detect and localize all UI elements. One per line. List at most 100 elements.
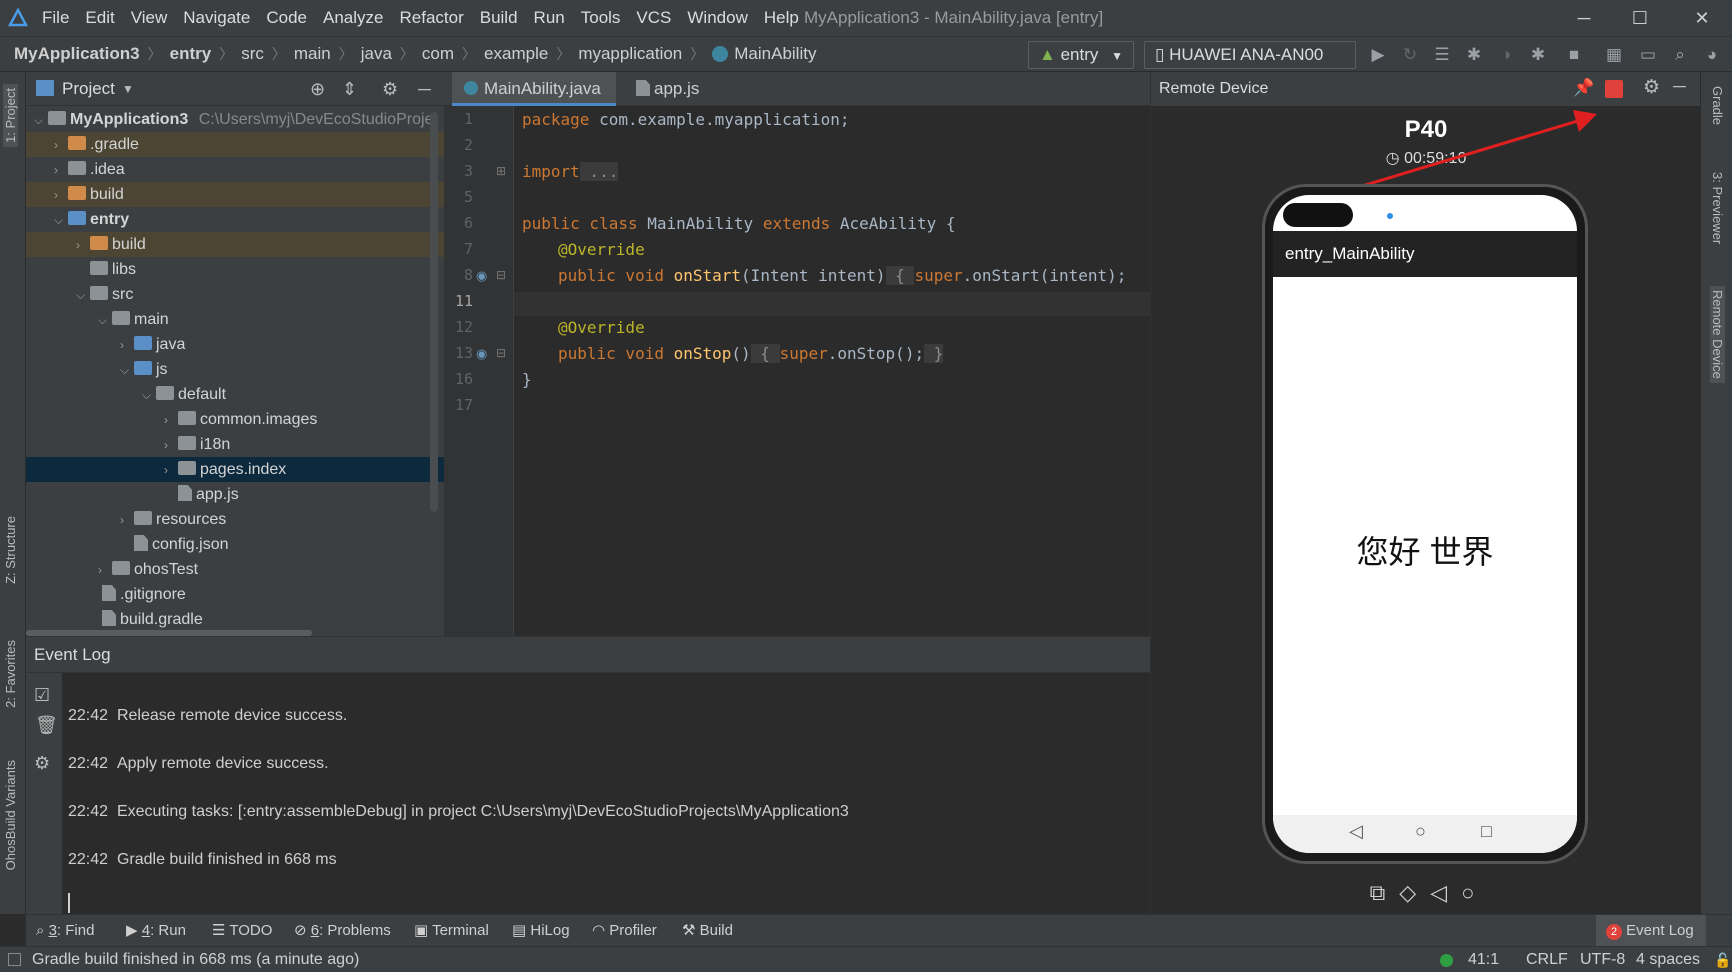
tab-appjs[interactable]: app.js ✕ <box>624 72 732 131</box>
menu-vcs[interactable]: VCS <box>636 0 671 36</box>
tree-row-selected[interactable]: › pages.index <box>26 457 444 482</box>
device-select[interactable]: ▯ HUAWEI ANA-AN00 ▼ <box>1144 41 1356 89</box>
tree-row[interactable]: › i18n <box>26 432 444 457</box>
back-icon[interactable]: ◁ <box>1349 821 1363 842</box>
menu-navigate[interactable]: Navigate <box>183 0 250 36</box>
back-icon[interactable]: ◁ <box>1430 880 1461 905</box>
home-icon[interactable]: ○ <box>1461 880 1488 905</box>
breadcrumb-package[interactable]: myapplication <box>578 37 682 71</box>
breadcrumb-class[interactable]: MainAbility <box>734 37 816 71</box>
tool-build[interactable]: ⚒ Build <box>682 915 733 947</box>
lock-icon[interactable]: 🔓 <box>1714 947 1731 972</box>
close-icon[interactable]: ✕ <box>1674 0 1730 36</box>
tree-row[interactable]: › .gradle <box>26 132 444 157</box>
tree-row[interactable]: .gitignore <box>26 582 444 607</box>
caret-position[interactable]: 41:1 <box>1468 947 1499 972</box>
tree-row[interactable]: ⌵ main <box>26 307 444 332</box>
tab-mainability[interactable]: MainAbility.java ✕ <box>452 72 616 131</box>
tree-row[interactable]: build.gradle <box>26 607 444 632</box>
project-structure-icon[interactable]: ▦ <box>1604 45 1624 65</box>
maximize-icon[interactable]: ☐ <box>1612 0 1668 36</box>
tree-row[interactable]: › java <box>26 332 444 357</box>
tree-row[interactable]: ⌵ entry <box>26 207 444 232</box>
run-config-select[interactable]: ▲ entry ▼ <box>1028 41 1134 69</box>
menu-tools[interactable]: Tools <box>581 0 621 36</box>
line-separator[interactable]: CRLF <box>1526 947 1568 972</box>
folded-region[interactable]: { <box>750 344 780 363</box>
hide-panel-icon[interactable]: ─ <box>1673 76 1686 97</box>
tree-row[interactable]: ⌵ js <box>26 357 444 382</box>
attach-debugger-icon[interactable]: ✱ <box>1528 45 1548 65</box>
tree-row[interactable]: config.json <box>26 532 444 557</box>
tree-row[interactable]: ⌵ default <box>26 382 444 407</box>
tool-tab-project[interactable]: 1: Project <box>3 84 18 147</box>
breadcrumb-project[interactable]: MyApplication3 <box>14 37 140 71</box>
status-message[interactable]: Gradle build finished in 668 ms (a minut… <box>32 947 359 972</box>
breadcrumb-example[interactable]: example <box>484 37 548 71</box>
code-editor[interactable]: package com.example.myapplication; impor… <box>514 106 1150 636</box>
phone-screen[interactable]: entry_MainAbility 您好 世界 ◁ ○ □ <box>1273 195 1577 853</box>
file-encoding[interactable]: UTF-8 <box>1580 947 1625 972</box>
tool-terminal[interactable]: ▣ Terminal <box>414 915 489 947</box>
breadcrumb-module[interactable]: entry <box>170 37 212 71</box>
tree-row[interactable]: ⌵ src <box>26 282 444 307</box>
fold-icon[interactable]: ⊟ <box>496 268 506 282</box>
hide-panel-icon[interactable]: ─ <box>418 72 431 106</box>
search-icon[interactable]: ⌕ <box>1670 45 1690 65</box>
tool-tab-favorites[interactable]: 2: Favorites <box>3 640 18 708</box>
tree-row[interactable]: › common.images <box>26 407 444 432</box>
folded-region[interactable]: } <box>924 344 944 363</box>
tool-event-log[interactable]: 2 Event Log <box>1596 915 1706 947</box>
vertical-scrollbar[interactable] <box>430 112 438 512</box>
home-icon[interactable]: ○ <box>1415 821 1426 842</box>
tree-row[interactable]: › build <box>26 232 444 257</box>
menu-refactor[interactable]: Refactor <box>399 0 463 36</box>
account-icon[interactable]: ◕ <box>1702 45 1722 65</box>
tree-row[interactable]: › ohosTest <box>26 557 444 582</box>
breadcrumb-java[interactable]: java <box>361 37 392 71</box>
tool-tab-previewer[interactable]: 3: Previewer <box>1710 172 1725 244</box>
rerun-icon[interactable]: ↻ <box>1400 45 1420 65</box>
screenshot-icon[interactable]: ◇ <box>1399 880 1430 905</box>
tree-row[interactable]: app.js <box>26 482 444 507</box>
rotate-icon[interactable]: ⧉ <box>1370 880 1400 905</box>
project-view-label[interactable]: Project <box>62 72 115 106</box>
tool-problems[interactable]: ⊘ 6: Problems <box>294 915 391 947</box>
coverage-icon[interactable]: ☰ <box>1432 45 1452 65</box>
menu-code[interactable]: Code <box>266 0 307 36</box>
tree-row[interactable]: › resources <box>26 507 444 532</box>
tree-row[interactable]: › build <box>26 182 444 207</box>
mark-all-read-icon[interactable]: ☑ <box>34 685 50 706</box>
tool-run[interactable]: ▶ 4: Run <box>126 915 186 947</box>
tree-row[interactable]: › .idea <box>26 157 444 182</box>
toggle-tool-windows-icon[interactable] <box>8 953 21 966</box>
locate-icon[interactable]: ⊕ <box>310 72 325 106</box>
tool-todo[interactable]: ☰ TODO <box>212 915 272 947</box>
tool-profiler[interactable]: ◠ Profiler <box>592 915 657 947</box>
menu-file[interactable]: File <box>42 0 69 36</box>
gear-icon[interactable]: ⚙ <box>382 72 398 106</box>
folded-region[interactable]: { <box>885 266 915 285</box>
tool-hilog[interactable]: ▤ HiLog <box>512 915 570 947</box>
fold-icon[interactable]: ⊞ <box>496 164 506 178</box>
tree-row-root[interactable]: ⌵ MyApplication3 C:\Users\myj\DevEcoStudi… <box>26 107 444 132</box>
minimize-icon[interactable]: ─ <box>1556 0 1612 36</box>
menu-window[interactable]: Window <box>687 0 747 36</box>
folded-region[interactable]: ... <box>579 162 619 181</box>
menu-run[interactable]: Run <box>534 0 565 36</box>
tool-tab-remote-device[interactable]: Remote Device <box>1710 286 1725 383</box>
trash-icon[interactable]: 🗑 <box>35 715 58 736</box>
device-manager-icon[interactable]: ▭ <box>1638 45 1658 65</box>
tool-find[interactable]: ⌕ 3: Find <box>36 915 94 947</box>
debug-icon[interactable]: ✱ <box>1464 45 1484 65</box>
tool-tab-structure[interactable]: Z: Structure <box>3 516 18 584</box>
tool-tab-gradle[interactable]: Gradle <box>1710 86 1725 125</box>
collapse-all-icon[interactable]: ⇕ <box>342 72 357 106</box>
gear-icon[interactable]: ⚙ <box>1643 76 1660 99</box>
recents-icon[interactable]: □ <box>1481 821 1492 842</box>
menu-build[interactable]: Build <box>480 0 518 36</box>
tree-row[interactable]: libs <box>26 257 444 282</box>
breadcrumb-src[interactable]: src <box>241 37 264 71</box>
run-icon[interactable]: ▶ <box>1368 45 1388 65</box>
override-marker-icon[interactable]: ◉ <box>476 268 487 284</box>
